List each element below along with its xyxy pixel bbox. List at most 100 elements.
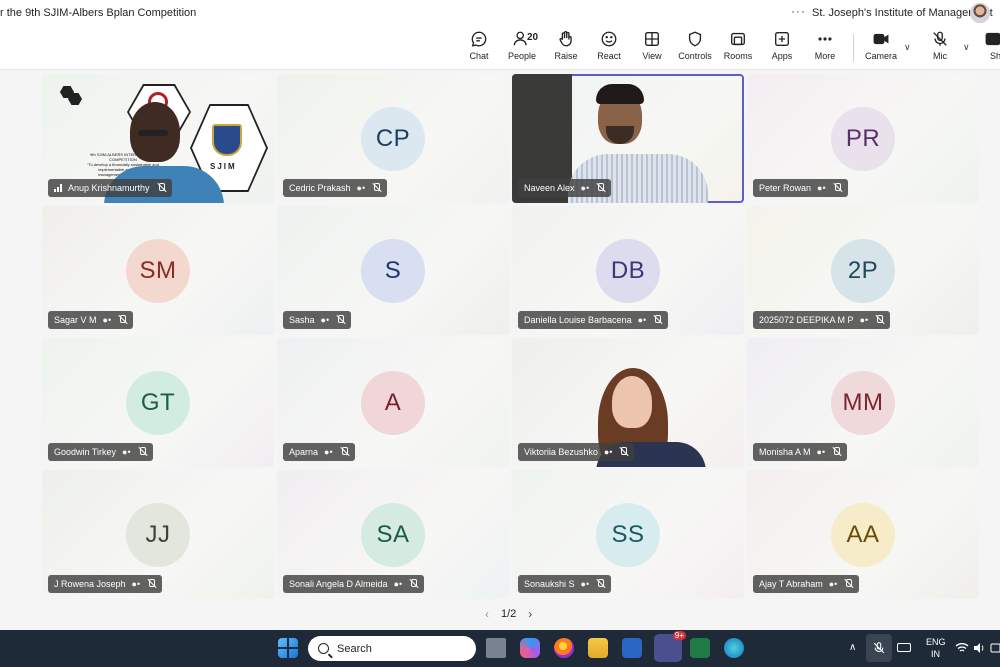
mic-button[interactable]: Mic <box>918 30 962 68</box>
share-label: Sha <box>990 51 1000 61</box>
language-region[interactable]: IN <box>931 649 940 659</box>
task-view-icon[interactable] <box>486 638 506 658</box>
smile-icon <box>601 31 617 47</box>
tray-chevron-up-icon[interactable]: ∧ <box>849 642 856 653</box>
glasses-icon <box>138 130 168 136</box>
camera-label: Camera <box>864 51 897 61</box>
participant-hair <box>596 84 644 104</box>
chat-button[interactable]: Chat <box>457 30 501 68</box>
participant-name: Daniella Louise Barbacena <box>524 315 632 325</box>
mic-off-icon <box>831 447 841 457</box>
people-group-icon: ●• <box>637 315 647 325</box>
people-group-icon: ●• <box>324 447 333 457</box>
name-tag: J Rowena Joseph ●• <box>48 575 163 593</box>
participant-tile[interactable]: SS Sonaukshi S ●• <box>512 470 744 599</box>
teams-badge: 9+ <box>672 631 686 640</box>
participant-tile[interactable]: JJ J Rowena Joseph ●• <box>42 470 274 599</box>
keyboard-icon[interactable] <box>897 643 911 652</box>
name-tag: Sonaukshi S ●• <box>518 575 612 593</box>
participant-tile[interactable]: MM Monisha A M ●• <box>747 338 979 467</box>
people-group-icon: ●• <box>131 579 141 589</box>
file-explorer-icon[interactable] <box>588 638 608 658</box>
taskbar-search[interactable]: Search <box>308 636 476 661</box>
firefox-icon[interactable] <box>554 638 574 658</box>
name-tag: 2025072 DEEPIKA M P ●• <box>753 311 891 329</box>
participant-tile[interactable]: Naveen Alex ●• <box>512 74 744 203</box>
avatar-initials: A <box>361 371 425 435</box>
next-page-button[interactable]: › <box>528 607 532 621</box>
mic-chevron-down-icon[interactable]: ∨ <box>963 42 970 53</box>
windows-taskbar: Search 9+ ∧ ENG IN <box>0 630 1000 667</box>
mic-muted-tray-icon[interactable] <box>866 634 892 662</box>
excel-icon[interactable] <box>690 638 710 658</box>
react-button[interactable]: React <box>587 30 631 68</box>
mic-off-icon <box>843 579 853 589</box>
volume-icon[interactable] <box>973 642 986 654</box>
camera-button[interactable]: Camera <box>859 30 903 68</box>
mic-off-icon <box>156 183 166 193</box>
word-icon[interactable] <box>622 638 642 658</box>
toolbar-divider <box>853 34 854 62</box>
participant-tile[interactable]: CP Cedric Prakash ●• <box>277 74 509 203</box>
chat-icon <box>471 31 487 47</box>
avatar-initials: SM <box>126 239 190 303</box>
participant-name: Anup Krishnamurthy <box>68 183 150 193</box>
participant-tile[interactable]: AA Ajay T Abraham ●• <box>747 470 979 599</box>
raise-hand-icon <box>559 30 572 47</box>
participant-name: Naveen Alex <box>524 183 575 193</box>
people-label: People <box>507 51 537 61</box>
mic-off-icon <box>832 183 842 193</box>
participant-tile[interactable]: A Aparna ●• <box>277 338 509 467</box>
user-avatar[interactable] <box>970 3 990 23</box>
camera-chevron-down-icon[interactable]: ∨ <box>904 42 911 53</box>
people-group-icon: ●• <box>580 579 590 589</box>
rooms-button[interactable]: Rooms <box>716 30 760 68</box>
controls-button[interactable]: Controls <box>673 30 717 68</box>
people-button[interactable]: 20 People <box>500 30 544 68</box>
participant-tile[interactable]: Viktoriia Bezushko ●• <box>512 338 744 467</box>
participant-tile[interactable]: GT Goodwin Tirkey ●• <box>42 338 274 467</box>
teams-icon[interactable]: 9+ <box>654 631 686 662</box>
people-group-icon: ●• <box>393 579 403 589</box>
mic-off-icon <box>595 183 605 193</box>
video-camera-icon <box>873 33 889 45</box>
language-code[interactable]: ENG <box>926 637 946 647</box>
share-button[interactable]: Sha <box>976 30 1000 68</box>
people-group-icon: ●• <box>816 447 826 457</box>
raise-hand-button[interactable]: Raise <box>544 30 588 68</box>
more-options-icon[interactable]: ··· <box>791 4 806 18</box>
participant-tile[interactable]: PR Peter Rowan ●• <box>747 74 979 203</box>
participant-name: 2025072 DEEPIKA M P <box>759 315 854 325</box>
avatar-initials: JJ <box>126 503 190 567</box>
mic-off-icon <box>933 31 947 46</box>
participant-name: Goodwin Tirkey <box>54 447 117 457</box>
mic-off-icon <box>335 315 345 325</box>
start-menu-icon[interactable] <box>278 638 298 658</box>
name-tag: Sonali Angela D Almeida ●• <box>283 575 425 593</box>
crest-icon <box>212 124 242 156</box>
more-button[interactable]: More <box>803 30 847 68</box>
wifi-icon[interactable] <box>955 642 969 654</box>
rooms-icon <box>731 32 745 46</box>
mic-off-tray-icon <box>873 642 885 654</box>
copilot-icon[interactable] <box>520 638 540 658</box>
participant-tile[interactable]: SJIM 9th SJIM-ALBERS INTERNATIONAL COMPETI… <box>42 74 274 203</box>
avatar-initials: PR <box>831 107 895 171</box>
view-button[interactable]: View <box>630 30 674 68</box>
avatar-initials: CP <box>361 107 425 171</box>
people-group-icon: ●• <box>580 183 590 193</box>
participant-tile[interactable]: SA Sonali Angela D Almeida ●• <box>277 470 509 599</box>
edge-icon[interactable] <box>724 638 744 658</box>
previous-page-button[interactable]: ‹ <box>485 607 489 621</box>
battery-icon[interactable] <box>990 642 1000 654</box>
participant-tile[interactable]: 2P 2025072 DEEPIKA M P ●• <box>747 206 979 335</box>
participant-name: Sagar V M <box>54 315 97 325</box>
participant-name: Monisha A M <box>759 447 811 457</box>
participant-tile[interactable]: DB Daniella Louise Barbacena ●• <box>512 206 744 335</box>
mic-off-icon <box>595 579 605 589</box>
participant-tile[interactable]: S Sasha ●• <box>277 206 509 335</box>
people-group-icon: ●• <box>320 315 330 325</box>
participant-tile[interactable]: SM Sagar V M ●• <box>42 206 274 335</box>
apps-button[interactable]: Apps <box>760 30 804 68</box>
mic-off-icon <box>339 447 349 457</box>
